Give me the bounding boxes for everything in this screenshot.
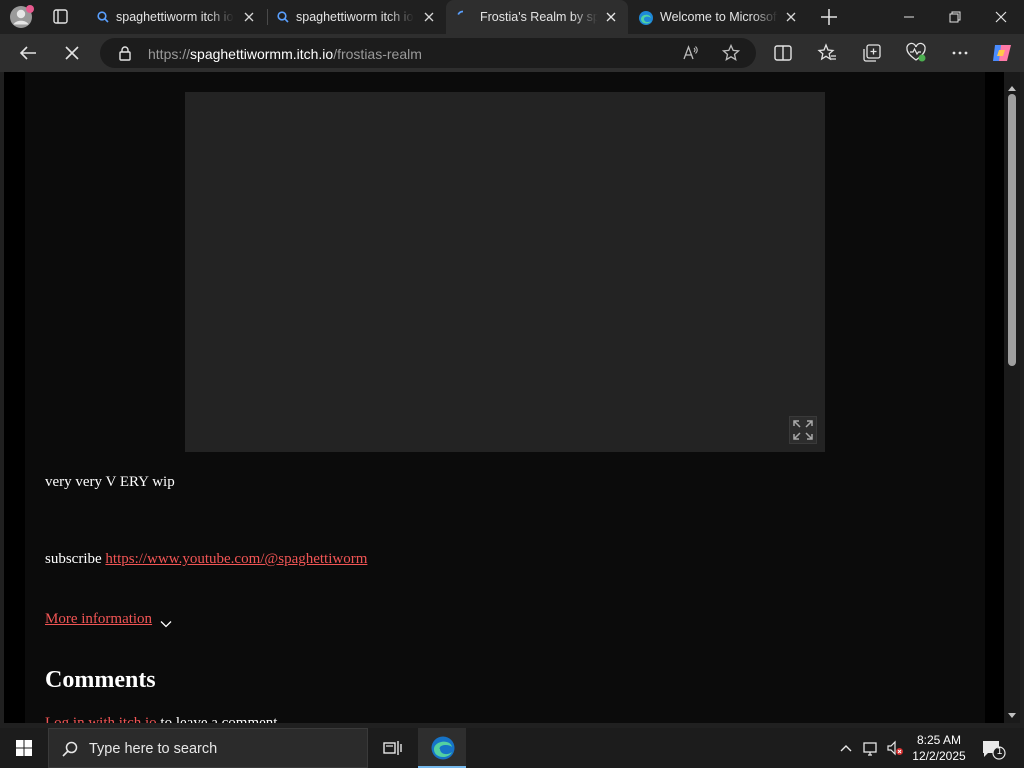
network-icon[interactable] — [862, 740, 878, 756]
more-information-link[interactable]: More information — [45, 611, 152, 627]
read-aloud-icon[interactable] — [682, 44, 700, 62]
notification-count: 1 — [996, 746, 1003, 757]
page-viewport: very very V ERY wip subscribe https://ww… — [4, 72, 1004, 723]
taskbar-search-box[interactable]: Type here to search — [48, 728, 368, 768]
edge-icon — [430, 735, 456, 766]
favorite-star-icon[interactable] — [721, 43, 741, 62]
close-tab-icon[interactable] — [604, 10, 618, 24]
game-embed-frame[interactable] — [185, 92, 825, 452]
favorites-icon[interactable] — [816, 42, 838, 64]
clock-date: 12/2/2025 — [912, 749, 966, 763]
lock-icon[interactable] — [118, 45, 132, 61]
comment-login-prompt: Log in with itch.io to leave a comment. — [45, 715, 281, 723]
search-icon — [96, 10, 110, 24]
itch-page-body: very very V ERY wip subscribe https://ww… — [25, 72, 985, 723]
address-bar[interactable]: https://spaghettiwormm.itch.io/frostias-… — [100, 38, 756, 68]
search-placeholder: Type here to search — [89, 741, 218, 757]
windows-taskbar: Type here to search 8:25 AM 12/2/2025 1 — [0, 728, 1024, 768]
subscribe-label: subscribe — [45, 551, 102, 567]
more-options-icon[interactable] — [949, 42, 971, 64]
subscribe-line: subscribe https://www.youtube.com/@spagh… — [45, 551, 367, 568]
login-prompt-text: to leave a comment. — [160, 715, 282, 723]
browser-essentials-icon[interactable] — [905, 42, 927, 64]
tab-actions-icon[interactable] — [46, 5, 74, 29]
search-icon — [61, 740, 79, 758]
scroll-up-arrow-icon[interactable] — [1008, 80, 1016, 91]
volume-muted-icon[interactable] — [886, 740, 903, 756]
browser-toolbar: https://spaghettiwormm.itch.io/frostias-… — [0, 34, 1024, 72]
tab-spaghettiworm-search-1[interactable]: spaghettiworm itch io — [86, 0, 266, 34]
back-icon[interactable] — [17, 42, 39, 64]
tab-title: Frostia's Realm by spaghettiwormm — [480, 10, 598, 24]
game-description: very very V ERY wip — [45, 474, 175, 490]
login-link[interactable]: Log in with itch.io — [45, 715, 157, 723]
show-hidden-icons-chevron-icon[interactable] — [838, 740, 854, 756]
minimize-icon[interactable] — [886, 0, 932, 34]
profile-avatar-icon[interactable] — [8, 4, 36, 30]
tab-title: spaghettiworm itch io — [116, 10, 234, 24]
close-tab-icon[interactable] — [784, 10, 798, 24]
start-button[interactable] — [0, 728, 48, 768]
chevron-down-icon — [160, 616, 172, 627]
close-tab-icon[interactable] — [242, 10, 256, 24]
copilot-icon[interactable] — [990, 42, 1012, 64]
tab-title: Welcome to Microsoft Edge — [660, 10, 778, 24]
url-scheme: https:// — [148, 46, 191, 62]
tab-title: spaghettiworm itch io — [296, 10, 414, 24]
clock-time: 8:25 AM — [916, 733, 962, 747]
notification-center-icon[interactable]: 1 — [980, 738, 1006, 760]
fullscreen-icon[interactable] — [789, 416, 817, 444]
page-scrollbar[interactable] — [1004, 72, 1020, 723]
url-host: spaghettiwormm.itch.io — [190, 46, 334, 62]
task-view-icon[interactable] — [382, 738, 402, 758]
edge-icon — [638, 10, 653, 25]
tab-frostias-realm[interactable]: Frostia's Realm by spaghettiwormm — [446, 0, 628, 34]
close-tab-icon[interactable] — [422, 10, 436, 24]
system-clock[interactable]: 8:25 AM 12/2/2025 — [904, 732, 974, 764]
tab-spaghettiworm-search-2[interactable]: spaghettiworm itch io — [266, 0, 446, 34]
youtube-link[interactable]: https://www.youtube.com/@spaghettiworm — [105, 551, 367, 567]
taskbar-edge-button[interactable] — [418, 728, 466, 768]
tab-strip: spaghettiworm itch io spaghettiworm itch… — [0, 0, 1024, 34]
split-screen-icon[interactable] — [772, 42, 794, 64]
stop-loading-icon[interactable] — [61, 42, 83, 64]
tab-welcome-edge[interactable]: Welcome to Microsoft Edge — [628, 0, 808, 34]
scroll-down-arrow-icon[interactable] — [1008, 706, 1016, 718]
comments-heading: Comments — [45, 667, 156, 693]
new-tab-icon[interactable] — [818, 6, 840, 28]
more-information-toggle[interactable]: More information — [45, 611, 172, 628]
restore-icon[interactable] — [932, 0, 978, 34]
collections-icon[interactable] — [861, 42, 883, 64]
loading-spinner-icon — [456, 10, 470, 24]
url-text[interactable]: https://spaghettiwormm.itch.io/frostias-… — [148, 46, 422, 62]
search-icon — [276, 10, 290, 24]
scrollbar-thumb[interactable] — [1008, 94, 1016, 366]
url-path: /frostias-realm — [333, 46, 422, 62]
close-window-icon[interactable] — [978, 0, 1024, 34]
